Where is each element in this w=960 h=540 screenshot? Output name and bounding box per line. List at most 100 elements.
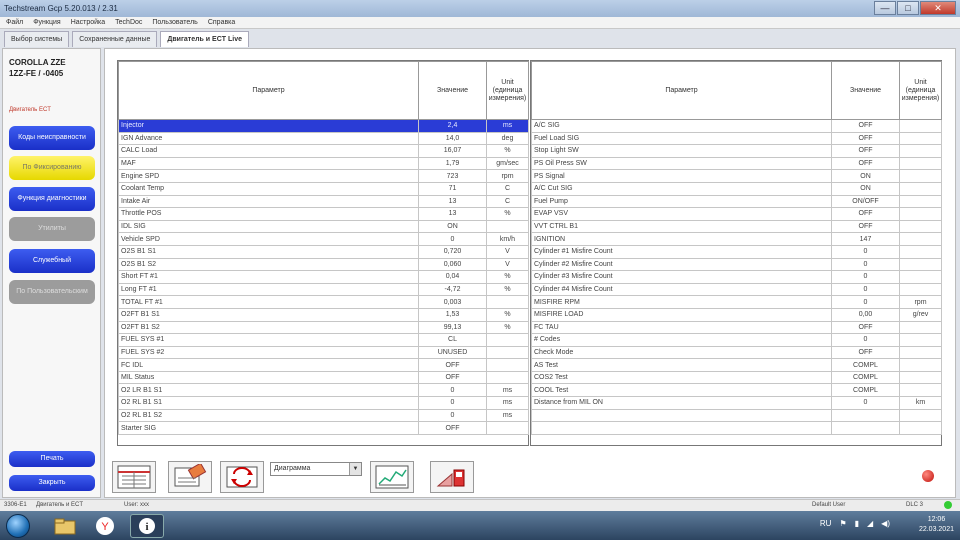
menu-file[interactable]: Файл (6, 19, 23, 26)
table-row[interactable]: O2FT B1 S1 1,53% (118, 307, 529, 322)
close-button[interactable]: ✕ (920, 1, 956, 15)
freeze-frame-button[interactable]: По Фиксированию (9, 156, 95, 180)
param-unit (486, 358, 529, 372)
table-row[interactable]: FC TAU OFF (531, 320, 942, 335)
menu-function[interactable]: Функция (33, 19, 60, 26)
table-row[interactable]: Vehicle SPD 0 km/h (118, 232, 529, 246)
table-row[interactable]: O2S B1 S1 0,720 V (118, 244, 529, 259)
table-row[interactable]: # Codes 0 (531, 333, 942, 347)
graph-button[interactable] (370, 461, 414, 493)
network-icon[interactable]: ◢ (867, 519, 873, 528)
data-list-button[interactable] (112, 461, 156, 493)
table-row[interactable]: Starter SIG OFF (118, 421, 529, 435)
table-row[interactable]: FUEL SYS #1 CL (118, 333, 529, 347)
value-header[interactable]: Значение (831, 61, 900, 120)
status-user: User: xxx (124, 502, 150, 508)
techstream-icon[interactable]: i (130, 514, 164, 538)
table-row[interactable]: O2 LR B1 S1 0 ms (118, 383, 529, 398)
table-row[interactable]: Cylinder #2 Misfire Count 0 (531, 257, 942, 272)
recording-button[interactable] (220, 461, 264, 493)
chevron-down-icon[interactable]: ▼ (349, 463, 361, 475)
table-row[interactable]: EVAP VSV OFF (531, 207, 942, 221)
table-row[interactable]: VVT CTRL B1 OFF (531, 219, 942, 234)
table-row[interactable]: Coolant Temp 71 C (118, 181, 529, 196)
table-row[interactable]: PS Oil Press SW OFF (531, 156, 942, 171)
menu-techdoc[interactable]: TechDoc (115, 19, 142, 26)
table-row[interactable] (531, 408, 942, 423)
start-button-icon[interactable] (6, 514, 30, 538)
menu-settings[interactable]: Настройка (71, 19, 105, 26)
maximize-button[interactable]: □ (897, 1, 919, 15)
table-row[interactable]: Short FT #1 0,04% (118, 270, 529, 284)
clock[interactable]: 12:06 22.03.2021 (919, 515, 954, 535)
table-row[interactable]: IGNITION 147 (531, 232, 942, 246)
dtc-button[interactable]: Коды неисправности (9, 126, 95, 150)
close-sidebar-button[interactable]: Закрыть (9, 475, 95, 491)
param-header[interactable]: Параметр (118, 61, 419, 120)
table-row[interactable] (531, 421, 942, 435)
file-explorer-icon[interactable] (48, 514, 82, 538)
language-indicator[interactable]: RU (820, 519, 832, 528)
table-row[interactable]: Cylinder #4 Misfire Count 0 (531, 282, 942, 297)
table-row[interactable]: Intake Air 13 C (118, 194, 529, 209)
right-data-table[interactable]: Параметр Значение Unit (единица измерени… (530, 60, 942, 446)
service-button[interactable]: Служебный (9, 249, 95, 273)
tab-engine-live[interactable]: Двигатель и ECT Live (160, 31, 249, 47)
table-row[interactable]: Fuel Pump ON/OFF (531, 194, 942, 209)
table-row[interactable]: MIL Status OFF (118, 370, 529, 385)
print-button[interactable]: Печать (9, 451, 95, 467)
menu-user[interactable]: Пользователь (152, 19, 197, 26)
tab-system-select[interactable]: Выбор системы (4, 31, 70, 47)
table-row[interactable]: O2S B1 S2 0,060 V (118, 257, 529, 272)
table-row[interactable]: Throttle POS 13% (118, 207, 529, 221)
table-row[interactable]: FUEL SYS #2 UNUSED (118, 345, 529, 360)
snapshot-button[interactable] (168, 461, 212, 493)
minimize-button[interactable]: — (874, 1, 896, 15)
battery-icon[interactable]: ▮ (855, 519, 859, 528)
table-row[interactable]: PS Signal ON (531, 169, 942, 183)
unit-header[interactable]: Unit (единица измерения) (899, 61, 942, 120)
active-test-button[interactable] (430, 461, 474, 493)
tab-saved-data[interactable]: Сохраненные данные (72, 31, 158, 47)
table-row[interactable]: MAF 1,79 gm/sec (118, 156, 529, 171)
yandex-browser-icon[interactable]: Y (88, 514, 122, 538)
table-row[interactable]: O2FT B1 S2 99,13% (118, 320, 529, 335)
custom-button[interactable]: По Пользовательским (9, 280, 95, 304)
unit-header[interactable]: Unit (единица измерения) (486, 61, 529, 120)
table-row[interactable]: Engine SPD 723 rpm (118, 169, 529, 183)
table-row[interactable]: Cylinder #3 Misfire Count 0 (531, 270, 942, 284)
table-row[interactable]: A/C Cut SIG ON (531, 181, 942, 196)
param-header[interactable]: Параметр (531, 61, 832, 120)
flag-icon[interactable]: ⚑ (839, 519, 846, 528)
table-row[interactable]: AS Test COMPL (531, 358, 942, 372)
param-value: OFF (831, 207, 900, 221)
table-row[interactable]: IDL SIG ON (118, 219, 529, 234)
param-unit (899, 408, 942, 423)
table-row[interactable]: Stop Light SW OFF (531, 144, 942, 158)
table-row[interactable]: CALC Load 16,07% (118, 144, 529, 158)
table-row[interactable]: Check Mode OFF (531, 345, 942, 360)
table-row[interactable]: O2 RL B1 S2 0 ms (118, 408, 529, 423)
table-row[interactable]: O2 RL B1 S1 0 ms (118, 396, 529, 410)
table-row[interactable]: A/C SIG OFF (531, 119, 942, 133)
table-row[interactable]: COOL Test COMPL (531, 383, 942, 398)
table-row[interactable]: IGN Advance 14,0 deg (118, 131, 529, 146)
table-row[interactable]: Fuel Load SIG OFF (531, 131, 942, 146)
table-row[interactable]: MISFIRE RPM 0 rpm (531, 295, 942, 309)
left-data-table[interactable]: Параметр Значение Unit (единица измерени… (117, 60, 529, 446)
utility-button[interactable]: Утилиты (9, 217, 95, 241)
volume-icon[interactable]: ◀) (881, 519, 890, 528)
value-header[interactable]: Значение (418, 61, 487, 120)
table-row[interactable]: MISFIRE LOAD 0,00 g/rev (531, 307, 942, 322)
table-row[interactable]: TOTAL FT #1 0,003 (118, 295, 529, 309)
diagnostic-function-button[interactable]: Функция диагностики (9, 187, 95, 211)
menu-help[interactable]: Справка (208, 19, 235, 26)
table-row[interactable]: Injector 2,4 ms (118, 119, 529, 133)
table-row[interactable]: Long FT #1 -4,72% (118, 282, 529, 297)
table-row[interactable]: Distance from MIL ON 0 km (531, 396, 942, 410)
table-row[interactable]: Cylinder #1 Misfire Count 0 (531, 244, 942, 259)
display-mode-select[interactable]: Диаграмма ▼ (270, 462, 362, 476)
record-icon[interactable] (922, 470, 934, 482)
table-row[interactable]: COS2 Test COMPL (531, 370, 942, 385)
table-row[interactable]: FC IDL OFF (118, 358, 529, 372)
